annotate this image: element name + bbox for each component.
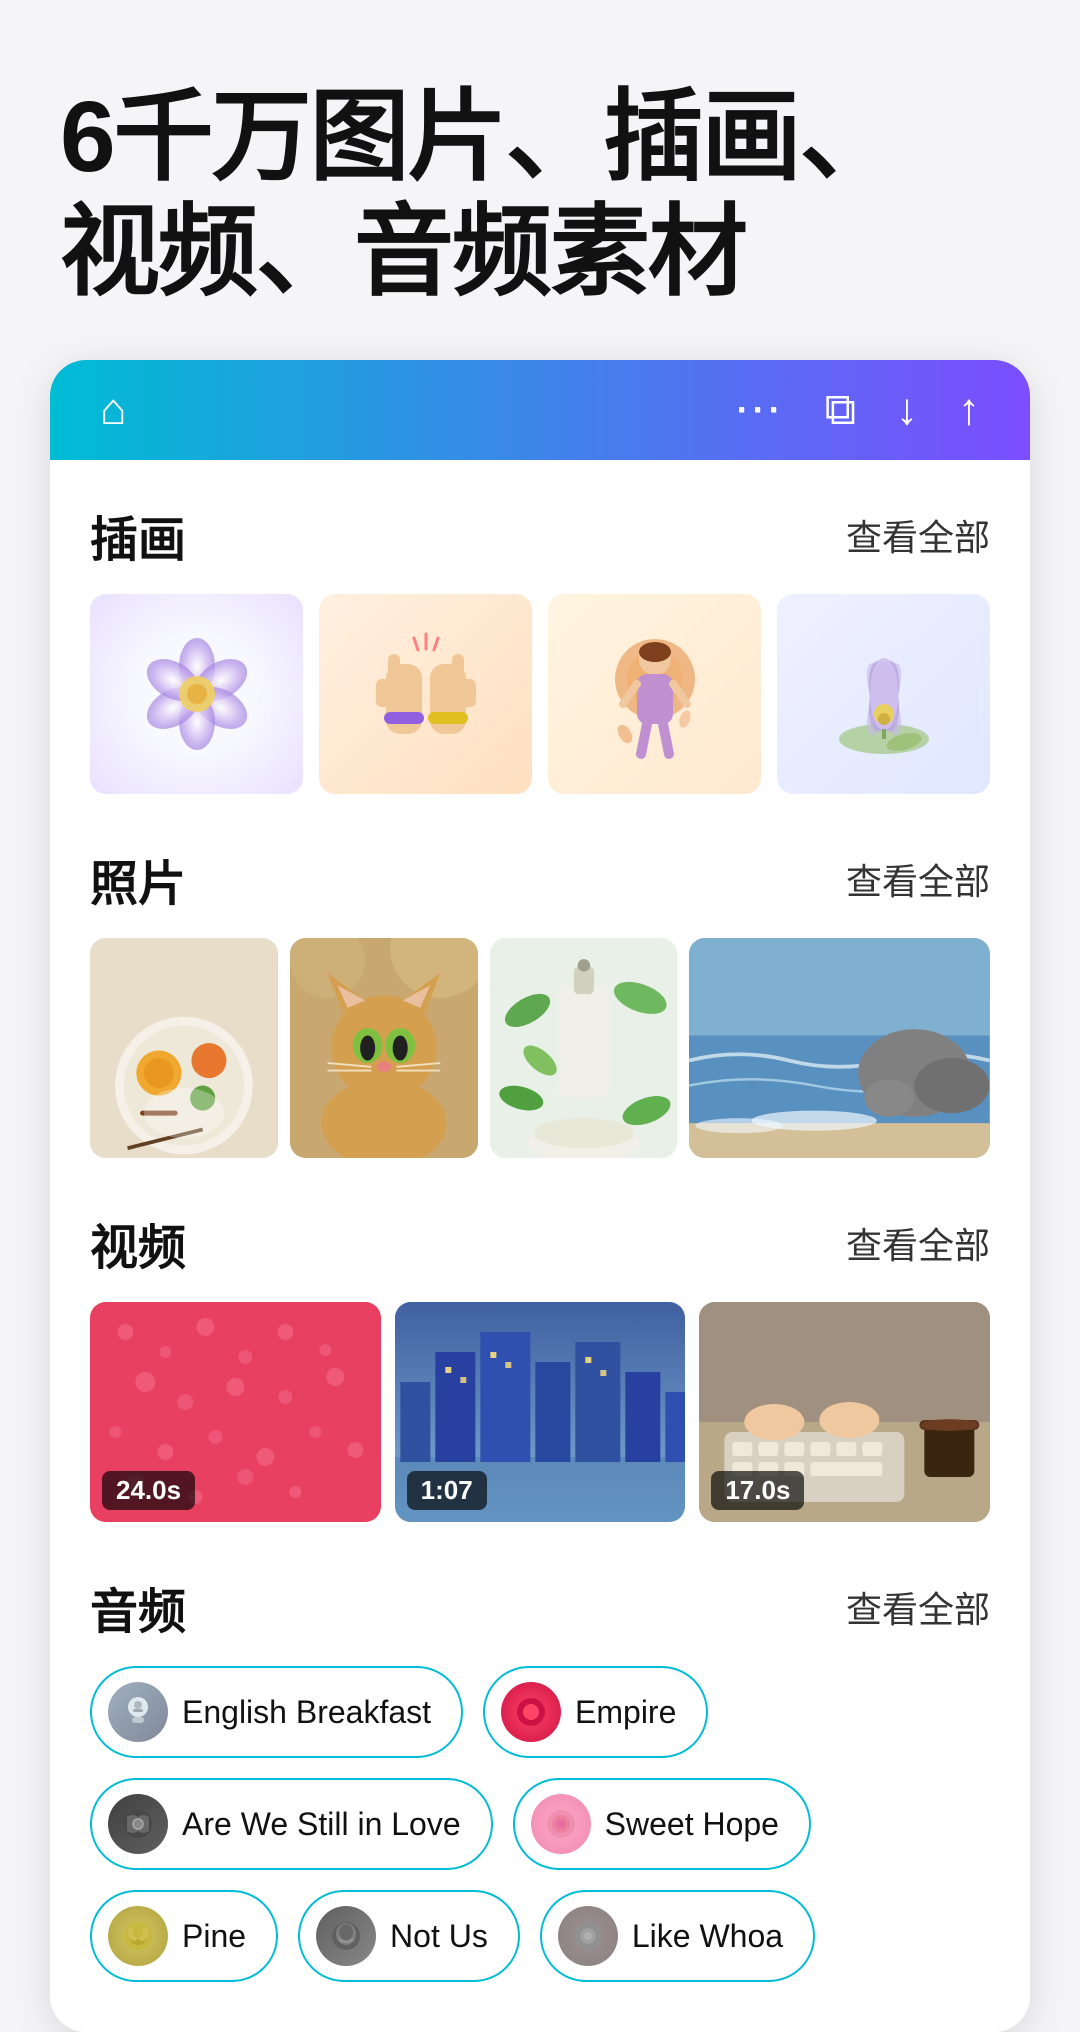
videos-title: 视频 (90, 1208, 186, 1278)
photo-ocean (689, 938, 990, 1158)
video-desk[interactable]: 17.0s (699, 1302, 990, 1522)
illus-flower (90, 594, 303, 794)
illus-hands (319, 594, 532, 794)
video-city-duration: 1:07 (407, 1471, 487, 1510)
chip-label-english: English Breakfast (182, 1694, 431, 1731)
video-desk-duration: 17.0s (711, 1471, 804, 1510)
chip-thumb-pine (108, 1906, 168, 1966)
videos-row: 24.0s (90, 1302, 990, 1522)
audio-view-all[interactable]: 查看全部 (846, 1581, 990, 1633)
photo-food (90, 938, 278, 1158)
audio-chips: English Breakfast Empire (90, 1666, 990, 1982)
chip-are-we-still[interactable]: Are We Still in Love (90, 1778, 493, 1870)
photos-title: 照片 (90, 844, 186, 914)
chip-pine[interactable]: Pine (90, 1890, 278, 1982)
photos-header: 照片 查看全部 (90, 844, 990, 914)
chip-english-breakfast[interactable]: English Breakfast (90, 1666, 463, 1758)
videos-header: 视频 查看全部 (90, 1208, 990, 1278)
app-card: ⌂ ··· ⧉ ↓ ↑ 插画 查看全部 (50, 360, 1030, 2032)
chip-thumb-english (108, 1682, 168, 1742)
chip-label-pine: Pine (182, 1918, 246, 1955)
chip-empire[interactable]: Empire (483, 1666, 708, 1758)
illus-lotus (777, 594, 990, 794)
photos-grid (90, 938, 990, 1158)
chip-not-us[interactable]: Not Us (298, 1890, 520, 1982)
app-content: 插画 查看全部 (50, 460, 1030, 2032)
chip-label-are-we-still: Are We Still in Love (182, 1806, 461, 1843)
chip-label-sweet-hope: Sweet Hope (605, 1806, 779, 1843)
share-icon[interactable]: ↑ (958, 388, 980, 432)
app-topbar: ⌂ ··· ⧉ ↓ ↑ (50, 360, 1030, 460)
layers-icon[interactable]: ⧉ (825, 388, 856, 432)
topbar-right-icons: ··· ⧉ ↓ ↑ (737, 388, 980, 432)
chip-thumb-likewhoa (558, 1906, 618, 1966)
chip-label-not-us: Not Us (390, 1918, 488, 1955)
chip-label-like-whoa: Like Whoa (632, 1918, 783, 1955)
home-icon[interactable]: ⌂ (100, 388, 127, 432)
photos-view-all[interactable]: 查看全部 (846, 853, 990, 905)
illus-girl (548, 594, 761, 794)
illustrations-row (90, 594, 990, 794)
chip-like-whoa[interactable]: Like Whoa (540, 1890, 815, 1982)
chip-thumb-empire (501, 1682, 561, 1742)
photo-herbs (490, 938, 678, 1158)
audio-title: 音频 (90, 1572, 186, 1642)
video-city[interactable]: 1:07 (395, 1302, 686, 1522)
chip-sweet-hope[interactable]: Sweet Hope (513, 1778, 811, 1870)
more-dots-icon[interactable]: ··· (737, 389, 785, 431)
download-icon[interactable]: ↓ (896, 388, 918, 432)
hero-title: 6千万图片、插画、 视频、音频素材 (0, 0, 1080, 360)
videos-view-all[interactable]: 查看全部 (846, 1217, 990, 1269)
chip-label-empire: Empire (575, 1694, 676, 1731)
illustrations-title: 插画 (90, 500, 186, 570)
video-rain-duration: 24.0s (102, 1471, 195, 1510)
chip-thumb-sweethope (531, 1794, 591, 1854)
video-rain[interactable]: 24.0s (90, 1302, 381, 1522)
illustrations-header: 插画 查看全部 (90, 500, 990, 570)
chip-thumb-notus (316, 1906, 376, 1966)
photo-cat (290, 938, 478, 1158)
illustrations-view-all[interactable]: 查看全部 (846, 509, 990, 561)
chip-thumb-arewstill (108, 1794, 168, 1854)
audio-header: 音频 查看全部 (90, 1572, 990, 1642)
